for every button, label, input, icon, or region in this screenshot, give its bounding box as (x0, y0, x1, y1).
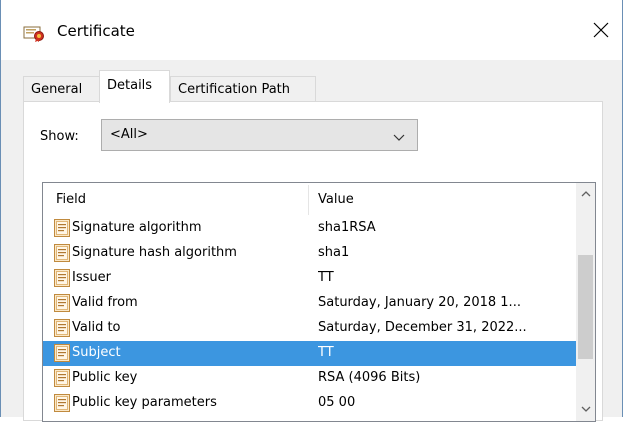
list-rows: Signature algorithm sha1RSA Signature ha… (43, 216, 576, 416)
list-item-selected[interactable]: Subject TT (43, 341, 576, 366)
field-value: TT (318, 345, 334, 360)
chevron-down-icon (581, 406, 591, 412)
title-bar[interactable]: Certificate (1, 0, 622, 60)
field-name: Valid to (72, 320, 121, 335)
field-value: RSA (4096 Bits) (318, 370, 421, 385)
certificate-field-icon (53, 318, 71, 338)
field-value: Saturday, January 20, 2018 1... (318, 295, 521, 310)
field-value: TT (318, 270, 334, 285)
details-panel: Show: <All> Field Value Signature algori… (23, 101, 603, 422)
scroll-up-button[interactable] (576, 183, 595, 205)
tab-details[interactable]: Details (99, 70, 170, 103)
certificate-field-icon (53, 368, 71, 388)
certificate-field-icon (53, 343, 71, 363)
list-item[interactable]: Valid from Saturday, January 20, 2018 1.… (43, 291, 576, 316)
certificate-dialog: Certificate General Details Certificatio… (0, 0, 623, 422)
field-name: Public key parameters (72, 395, 217, 410)
show-label: Show: (40, 129, 79, 144)
field-name: Signature hash algorithm (72, 245, 237, 260)
field-name: Valid from (72, 295, 138, 310)
list-item[interactable]: Public key RSA (4096 Bits) (43, 366, 576, 391)
certificate-field-icon (53, 293, 71, 313)
close-button[interactable] (582, 10, 622, 50)
column-divider[interactable] (308, 185, 309, 215)
scrollbar-thumb[interactable] (578, 255, 593, 359)
list-header: Field Value (43, 183, 577, 215)
column-header-value[interactable]: Value (318, 192, 354, 207)
certificate-field-icon (53, 393, 71, 413)
vertical-scrollbar[interactable] (576, 183, 595, 421)
show-dropdown[interactable]: <All> (101, 119, 418, 151)
window-title: Certificate (57, 22, 135, 40)
close-icon (593, 22, 609, 38)
certificate-field-icon (53, 218, 71, 238)
list-item[interactable]: Signature hash algorithm sha1 (43, 241, 576, 266)
certificate-field-icon (53, 268, 71, 288)
field-value: sha1 (318, 245, 350, 260)
field-value: 05 00 (318, 395, 356, 410)
list-item[interactable]: Public key parameters 05 00 (43, 391, 576, 416)
certificate-icon (23, 24, 45, 42)
chevron-down-icon (393, 131, 405, 146)
tab-certification-path[interactable]: Certification Path (170, 76, 316, 101)
field-name: Issuer (72, 270, 111, 285)
field-name: Subject (72, 345, 121, 360)
dialog-body: General Details Certification Path Show:… (1, 60, 622, 422)
field-value: sha1RSA (318, 220, 376, 235)
certificate-field-icon (53, 243, 71, 263)
fields-list[interactable]: Field Value Signature algorithm sha1RSA … (42, 182, 596, 422)
column-header-field[interactable]: Field (56, 192, 86, 207)
list-item[interactable]: Valid to Saturday, December 31, 2022... (43, 316, 576, 341)
field-name: Public key (72, 370, 138, 385)
show-selected-value: <All> (110, 127, 148, 142)
tab-general[interactable]: General (23, 76, 101, 101)
chevron-up-icon (581, 191, 591, 197)
field-name: Signature algorithm (72, 220, 202, 235)
list-item[interactable]: Signature algorithm sha1RSA (43, 216, 576, 241)
scroll-down-button[interactable] (576, 399, 595, 421)
list-item[interactable]: Issuer TT (43, 266, 576, 291)
field-value: Saturday, December 31, 2022... (318, 320, 527, 335)
